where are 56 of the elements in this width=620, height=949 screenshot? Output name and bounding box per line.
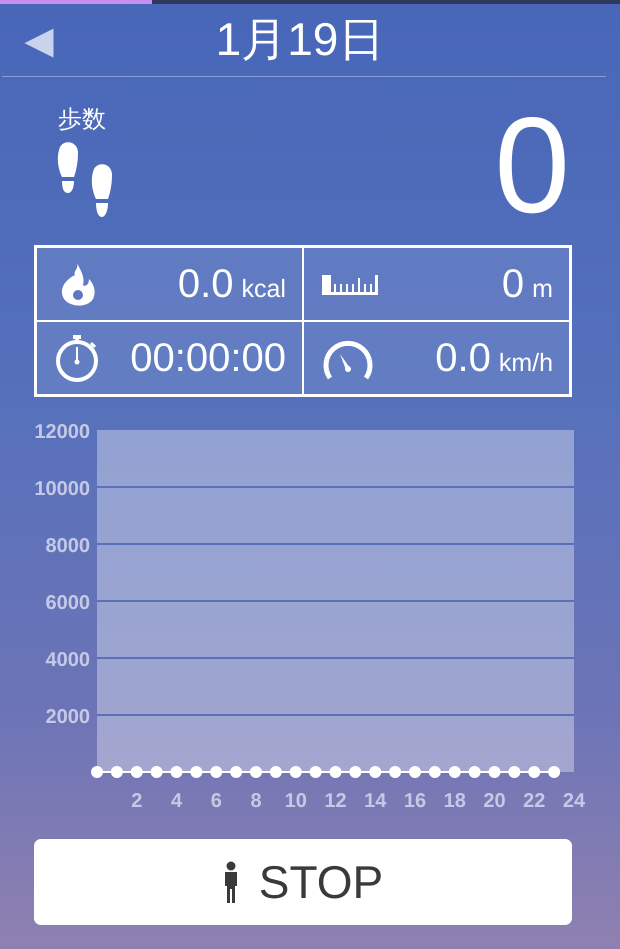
data-point (349, 766, 362, 778)
x-tick-label: 24 (562, 790, 586, 812)
data-point (409, 766, 421, 778)
data-point (270, 766, 282, 778)
data-point (468, 766, 481, 778)
data-point (330, 766, 342, 778)
date-title: 1月19日 (214, 12, 386, 67)
x-tick-label: 20 (483, 790, 506, 812)
stat-value: 0 (502, 262, 524, 306)
x-tick-label: 22 (523, 790, 546, 812)
data-point (428, 766, 441, 778)
y-tick-label: 4000 (46, 649, 90, 671)
x-tick-label: 2 (131, 790, 142, 812)
data-point (369, 766, 382, 778)
data-point (528, 766, 540, 778)
person-icon (222, 861, 239, 903)
data-point (389, 766, 402, 778)
stat-unit: kcal (242, 274, 286, 304)
data-point (448, 766, 461, 778)
data-point (210, 766, 222, 778)
stat-unit: km/h (498, 348, 553, 378)
data-point (488, 766, 500, 778)
data-point (250, 766, 262, 778)
x-tick-label: 4 (170, 790, 182, 812)
steps-label: 歩数 (58, 104, 106, 135)
data-point (310, 766, 322, 778)
y-tick-label: 10000 (34, 478, 90, 500)
step-count: 0 (494, 97, 570, 243)
stat-value: 00:00:00 (130, 336, 286, 380)
data-point (548, 766, 560, 778)
y-tick-label: 12000 (34, 421, 90, 443)
stat-value: 0.0 (178, 262, 234, 306)
y-tick-label: 6000 (46, 592, 90, 614)
x-tick-label: 14 (364, 790, 386, 812)
stopwatch-icon (53, 333, 101, 383)
data-point (110, 766, 123, 778)
data-point (230, 766, 242, 778)
x-tick-label: 18 (444, 790, 466, 812)
x-tick-label: 12 (324, 790, 347, 812)
y-tick-label: 8000 (46, 535, 90, 557)
data-point (190, 766, 202, 778)
data-point (290, 766, 302, 778)
stat-value: 0.0 (435, 336, 491, 380)
data-point (130, 766, 143, 778)
x-tick-label: 16 (404, 790, 426, 812)
data-point (170, 766, 182, 778)
x-tick-label: 8 (250, 790, 262, 812)
y-tick-label: 2000 (46, 706, 90, 728)
stop-button[interactable]: STOP (34, 839, 572, 925)
data-point (91, 766, 103, 778)
back-button[interactable]: ◀ (20, 21, 58, 59)
x-tick-label: 10 (284, 790, 307, 812)
x-tick-label: 6 (210, 790, 222, 812)
stat-unit: m (532, 274, 553, 304)
data-point (508, 766, 520, 778)
data-point (150, 766, 163, 778)
